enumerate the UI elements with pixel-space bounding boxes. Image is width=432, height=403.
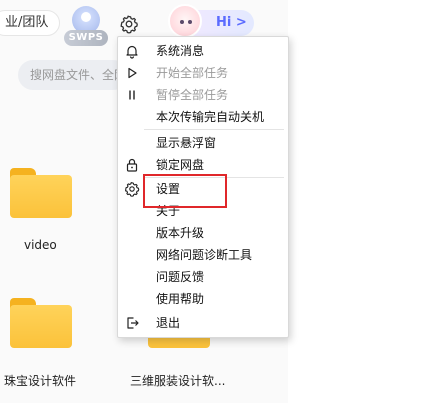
lock-icon <box>126 158 138 172</box>
menu-item-label: 网络问题诊断工具 <box>156 248 253 262</box>
menu-item-version-upgrade[interactable]: 版本升级 <box>118 222 288 244</box>
folder-icon[interactable] <box>10 168 72 218</box>
folder-name-video[interactable]: video <box>24 238 57 252</box>
assistant-button[interactable]: Hi > <box>168 4 254 38</box>
menu-item-network-diagnostics[interactable]: 网络问题诊断工具 <box>118 244 288 266</box>
play-icon <box>128 67 137 79</box>
search-input[interactable]: 搜网盘文件、全网 <box>18 60 128 90</box>
exit-icon <box>127 317 139 329</box>
menu-item-label: 版本升级 <box>156 226 205 240</box>
menu-item-auto-shutdown[interactable]: 本次传输完自动关机 <box>118 106 288 128</box>
menu-item-label: 使用帮助 <box>156 292 205 306</box>
swps-badge: SWPS <box>64 30 108 46</box>
main-content-area <box>288 0 432 403</box>
menu-item-label: 锁定网盘 <box>156 158 205 172</box>
menu-item-help[interactable]: 使用帮助 <box>118 288 288 310</box>
menu-item-system-messages[interactable]: 系统消息 <box>118 40 288 62</box>
menu-item-label: 本次传输完自动关机 <box>156 110 265 124</box>
user-avatar[interactable]: SWPS <box>64 6 108 46</box>
settings-highlight-box <box>143 174 227 208</box>
hi-label: Hi > <box>216 15 247 30</box>
menu-item-label: 问题反馈 <box>156 270 205 284</box>
menu-item-lock-drive[interactable]: 锁定网盘 <box>118 154 288 176</box>
folder-name-jewelry[interactable]: 珠宝设计软件 <box>4 372 76 389</box>
menu-item-feedback[interactable]: 问题反馈 <box>118 266 288 288</box>
menu-item-exit[interactable]: 退出 <box>118 312 288 334</box>
menu-item-label: 暂停全部任务 <box>156 88 229 102</box>
menu-separator <box>144 129 284 130</box>
menu-item-pause-all-tasks[interactable]: 暂停全部任务 <box>118 84 288 106</box>
menu-item-label: 退出 <box>156 316 181 330</box>
menu-item-show-floating-window[interactable]: 显示悬浮窗 <box>118 132 288 154</box>
menu-item-label: 开始全部任务 <box>156 66 229 80</box>
gear-icon <box>125 182 140 197</box>
settings-gear-icon[interactable] <box>119 14 139 34</box>
team-switch-button[interactable]: 业/团队 <box>0 10 60 36</box>
pause-icon <box>129 90 135 100</box>
mascot-avatar <box>168 4 202 38</box>
bell-icon <box>126 45 138 59</box>
folder-icon[interactable] <box>10 298 72 348</box>
menu-item-label: 系统消息 <box>156 44 205 58</box>
folder-name-clothing[interactable]: 三维服装设计软... <box>130 372 225 389</box>
menu-item-label: 显示悬浮窗 <box>156 136 217 150</box>
menu-item-start-all-tasks[interactable]: 开始全部任务 <box>118 62 288 84</box>
